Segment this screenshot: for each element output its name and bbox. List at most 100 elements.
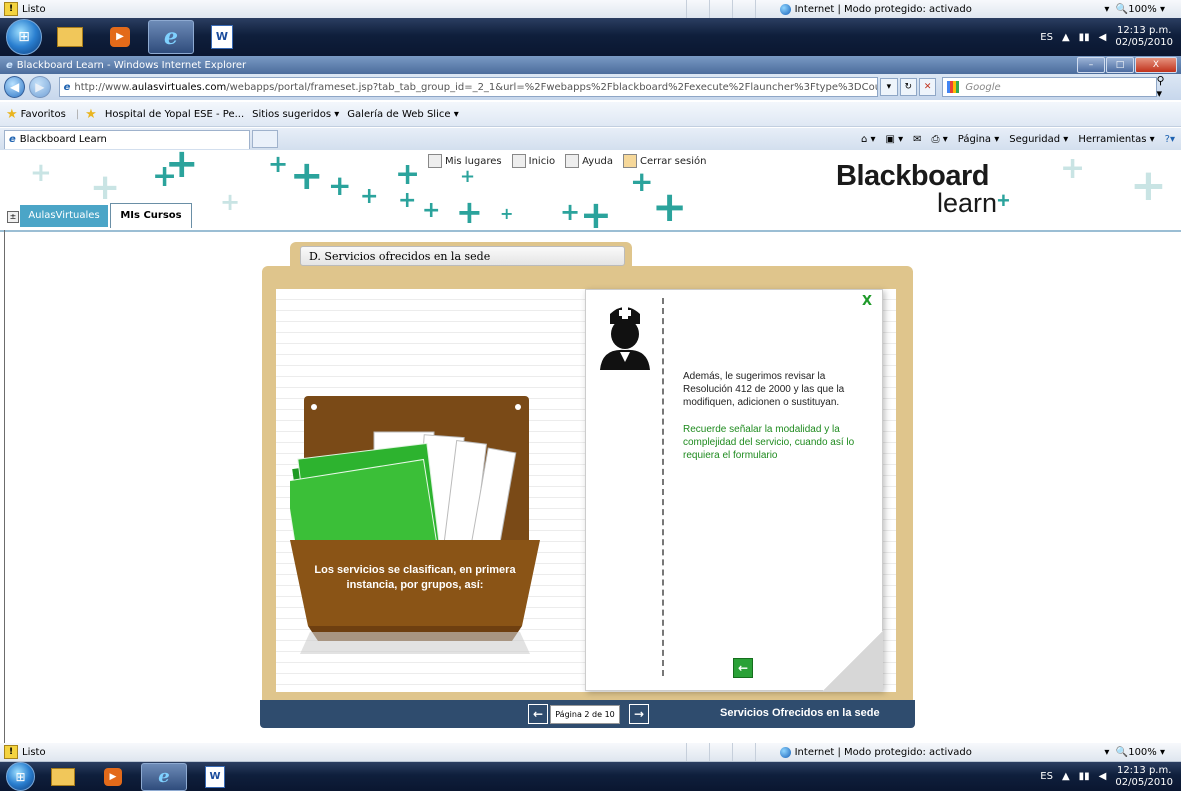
media-player-taskbar-button[interactable]: ▶ xyxy=(98,21,142,53)
compat-view-button[interactable]: ▾ xyxy=(880,78,898,96)
windows-logo-icon: ⊞ xyxy=(15,769,26,784)
security-zone[interactable]: Internet | Modo protegido: activado xyxy=(779,746,972,758)
clock[interactable]: 12:13 p.m. 02/05/2010 xyxy=(1115,765,1173,789)
volume-icon[interactable]: ◀ xyxy=(1099,32,1107,43)
network-icon[interactable]: ▮▮ xyxy=(1079,771,1090,782)
folder-title: D. Servicios ofrecidos en la sede xyxy=(300,246,625,266)
zone-label: Internet | Modo protegido: activado xyxy=(794,746,972,758)
word-icon: W xyxy=(205,765,225,788)
stop-button[interactable]: ✕ xyxy=(918,78,937,96)
frame-edge xyxy=(4,230,5,746)
add-favorite-icon[interactable]: ★ xyxy=(85,107,97,122)
tray-expand-icon[interactable]: ▲ xyxy=(1062,771,1070,782)
volume-icon[interactable]: ◀ xyxy=(1099,771,1107,782)
card-back-button[interactable]: ← xyxy=(733,658,753,678)
page-menu[interactable]: Página ▾ xyxy=(958,134,1000,145)
lesson-nav-bar: ← Página 2 de 10 → Servicios Ofrecidos e… xyxy=(260,700,915,728)
explorer-taskbar-button[interactable] xyxy=(41,764,85,790)
media-player-taskbar-button[interactable]: ▶ xyxy=(91,764,135,790)
tools-menu[interactable]: Herramientas ▾ xyxy=(1078,134,1154,145)
warning-icon: ! xyxy=(4,2,18,16)
feeds-icon[interactable]: ▣ ▾ xyxy=(885,134,903,145)
card-text-reminder: Recuerde señalar la modalidad y la compl… xyxy=(683,424,855,461)
minimize-button[interactable]: – xyxy=(1077,57,1105,73)
top-status-bar: ! Listo Internet | Modo protegido: activ… xyxy=(0,0,1181,19)
clock[interactable]: 12:13 p.m. 02/05/2010 xyxy=(1115,25,1173,49)
blackboard-header: + + + + + + + + + + + + + + + + + + + + … xyxy=(0,150,1181,232)
document-box-illustration xyxy=(284,396,540,656)
word-taskbar-button[interactable]: W xyxy=(193,764,237,790)
windows-logo-icon: ⊞ xyxy=(18,29,30,45)
globe-icon xyxy=(779,746,791,758)
favorite-hospital-link[interactable]: Hospital de Yopal ESE - Pe... xyxy=(105,109,244,120)
search-icon[interactable]: ⚲ ▾ xyxy=(1157,74,1173,100)
home-icon xyxy=(511,154,526,168)
address-bar[interactable]: e http://www. aulasvirtuales.com/webapps/… xyxy=(58,77,879,97)
learn-logo: learn+ xyxy=(937,188,1010,218)
ie-icon: e xyxy=(9,134,16,145)
tab-row: e Blackboard Learn ⌂ ▾ ▣ ▾ ✉ ⎙ ▾ Página … xyxy=(0,128,1181,151)
tab-blackboard-learn[interactable]: e Blackboard Learn xyxy=(4,129,250,149)
explorer-taskbar-button[interactable] xyxy=(48,21,92,53)
language-indicator[interactable]: ES xyxy=(1040,32,1053,43)
zoom-control[interactable]: ▾ 🔍100% ▾ xyxy=(1104,747,1165,758)
tab-aulas-virtuales[interactable]: AulasVirtuales xyxy=(20,205,108,227)
word-icon: W xyxy=(211,25,233,49)
page-indicator: Página 2 de 10 xyxy=(550,705,620,724)
word-taskbar-button[interactable]: W xyxy=(200,21,244,53)
security-zone[interactable]: Internet | Modo protegido: activado xyxy=(779,3,972,15)
print-icon[interactable]: ⎙ ▾ xyxy=(932,134,948,145)
network-icon[interactable]: ▮▮ xyxy=(1079,32,1090,43)
url-rest: /webapps/portal/frameset.jsp?tab_tab_gro… xyxy=(226,81,877,93)
my-places-link[interactable]: Mis lugares xyxy=(428,154,502,168)
nurse-avatar-icon xyxy=(596,302,654,370)
ie-taskbar-button[interactable]: e xyxy=(141,762,187,791)
info-card: X Además, le sugerimos revisar la Resolu… xyxy=(585,289,883,691)
card-text-resolution: Además, le sugerimos revisar la Resoluci… xyxy=(683,371,845,408)
help-link[interactable]: Ayuda xyxy=(565,154,613,168)
help-icon[interactable]: ?▾ xyxy=(1165,134,1175,145)
url-prefix: http://www. xyxy=(74,81,132,93)
zone-label: Internet | Modo protegido: activado xyxy=(794,3,972,15)
logout-link[interactable]: Cerrar sesión xyxy=(623,154,706,168)
back-button[interactable]: ◀ xyxy=(4,76,26,98)
tray-expand-icon[interactable]: ▲ xyxy=(1062,32,1070,43)
system-tray: ES ▲ ▮▮ ◀ 12:13 p.m. 02/05/2010 xyxy=(1040,765,1181,789)
close-card-button[interactable]: X xyxy=(862,294,872,309)
ie-icon: e xyxy=(6,59,13,71)
web-slice-gallery-link[interactable]: Galería de Web Slice ▾ xyxy=(347,109,458,120)
warning-icon: ! xyxy=(4,745,18,759)
url-domain: aulasvirtuales.com xyxy=(131,81,227,93)
maximize-button[interactable]: □ xyxy=(1106,57,1134,73)
taskbar-top: ⊞ ▶ e W ES ▲ ▮▮ ◀ 12:13 p.m. 02/05/2010 xyxy=(0,18,1181,56)
next-page-button[interactable]: → xyxy=(629,704,649,724)
search-placeholder: Google xyxy=(965,81,1001,93)
home-link[interactable]: Inicio xyxy=(511,154,555,168)
mail-icon[interactable]: ✉ xyxy=(913,134,921,145)
home-icon[interactable]: ⌂ ▾ xyxy=(861,134,876,145)
play-icon: ▶ xyxy=(110,27,130,47)
expand-toggle-icon[interactable]: ± xyxy=(7,211,19,223)
favorites-button[interactable]: Favoritos xyxy=(21,109,66,120)
suggested-sites-link[interactable]: Sitios sugeridos ▾ xyxy=(252,109,339,120)
start-button[interactable]: ⊞ xyxy=(6,762,35,791)
tab-mis-cursos[interactable]: MIs Cursos xyxy=(110,203,192,228)
window-title-bar: e Blackboard Learn - Windows Internet Ex… xyxy=(0,56,1181,74)
new-tab-button[interactable] xyxy=(252,130,278,148)
ie-taskbar-button[interactable]: e xyxy=(148,20,194,54)
favorites-bar: ★ Favoritos | ★ Hospital de Yopal ESE - … xyxy=(0,102,1181,127)
security-menu[interactable]: Seguridad ▾ xyxy=(1009,134,1068,145)
previous-page-button[interactable]: ← xyxy=(528,704,548,724)
dashed-divider xyxy=(662,298,664,676)
refresh-button[interactable]: ↻ xyxy=(899,78,917,96)
zoom-control[interactable]: ▾ 🔍100% ▾ xyxy=(1104,4,1165,15)
close-button[interactable]: X xyxy=(1135,57,1177,73)
forward-button[interactable]: ▶ xyxy=(29,76,51,98)
language-indicator[interactable]: ES xyxy=(1040,771,1053,782)
start-button[interactable]: ⊞ xyxy=(6,19,42,55)
search-input[interactable]: Google xyxy=(942,77,1157,97)
zoom-level: 100% xyxy=(1128,3,1157,15)
folder-icon xyxy=(57,27,83,47)
zoom-level: 100% xyxy=(1128,746,1157,758)
arrow-left-icon: ← xyxy=(737,661,749,675)
